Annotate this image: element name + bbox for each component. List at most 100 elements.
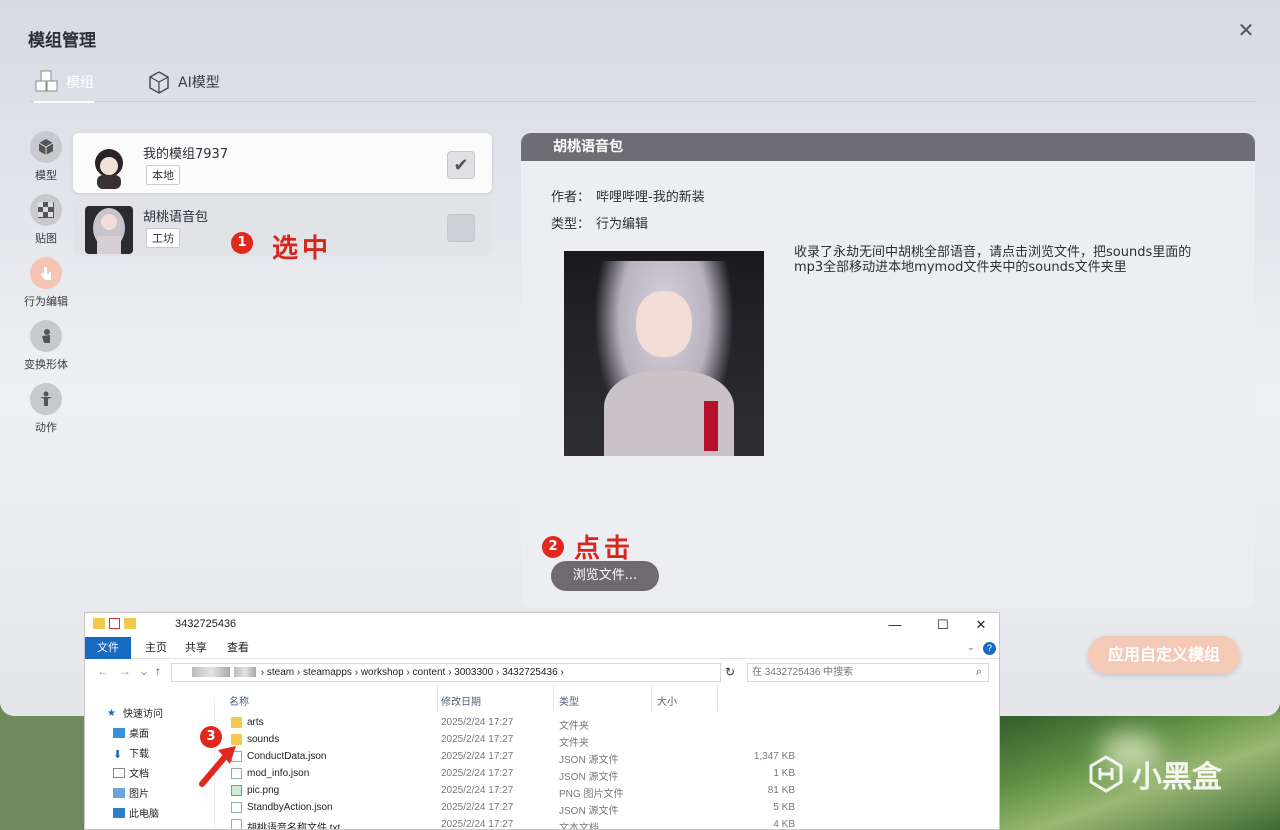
- checkmark-icon: ✔: [453, 154, 469, 176]
- file-date: 2025/2/24 17:27: [441, 768, 514, 779]
- category-transform[interactable]: 变换形体: [18, 320, 74, 372]
- file-row-mod-info-json[interactable]: mod_info.json 2025/2/24 17:27 JSON 源文件 1 KB: [215, 766, 795, 783]
- computer-icon: [113, 807, 125, 818]
- file-date: 2025/2/24 17:27: [441, 751, 514, 762]
- file-date: 2025/2/24 17:27: [441, 717, 514, 728]
- watermark: 小黑盒: [1086, 752, 1222, 796]
- nav-documents[interactable]: 文档: [113, 765, 149, 780]
- file-row-standbyaction-json[interactable]: StandbyAction.json 2025/2/24 17:27 JSON 源文…: [215, 800, 795, 817]
- tab-ai-model[interactable]: AI模型: [146, 64, 220, 100]
- category-label: 贴图: [35, 232, 57, 245]
- file-row-sounds[interactable]: sounds 2025/2/24 17:27 文件夹: [215, 732, 715, 749]
- annotation-number-2: 2: [542, 536, 564, 558]
- cubes-icon: [35, 70, 58, 92]
- column-type[interactable]: 类型: [559, 693, 579, 708]
- column-name[interactable]: 名称: [229, 693, 249, 708]
- column-date[interactable]: 修改日期: [441, 693, 481, 708]
- up-arrow-icon[interactable]: ↑: [155, 664, 161, 678]
- file-date: 2025/2/24 17:27: [441, 734, 514, 745]
- mod-manager-dialog: 模组管理 ✕ 模组 AI模型 模型 贴图 行为编辑 变换形体 动作 我的模组79…: [0, 0, 1280, 716]
- file-row--txt[interactable]: 胡桃语音名称文件.txt 2025/2/24 17:27 文本文档 4 KB: [215, 817, 795, 830]
- browse-files-button[interactable]: 浏览文件...: [551, 561, 659, 591]
- minimize-button[interactable]: —: [885, 615, 905, 635]
- category-label: 模型: [35, 169, 57, 182]
- dialog-title: 模组管理: [28, 31, 96, 51]
- author-value: 哔哩哔哩-我的新装: [596, 190, 705, 205]
- explorer-search-input[interactable]: 在 3432725436 中搜索 ⌕: [747, 663, 989, 682]
- file-type: JSON 源文件: [559, 772, 619, 783]
- nav-desktop[interactable]: 桌面: [113, 725, 149, 740]
- annotation-select-text: 选中: [272, 234, 333, 264]
- column-size[interactable]: 大小: [657, 693, 677, 708]
- nav-downloads[interactable]: ⬇ 下载: [113, 745, 149, 761]
- file-name: ConductData.json: [247, 751, 327, 762]
- nav-quick-access[interactable]: ★ 快速访问: [107, 705, 163, 721]
- mod-checkbox[interactable]: [447, 214, 475, 242]
- annotation-number-1: 1: [231, 232, 253, 254]
- search-icon: ⌕: [975, 666, 982, 678]
- mod-name: 胡桃语音包: [143, 210, 209, 225]
- mod-preview-image: [564, 251, 764, 456]
- file-size: 4 KB: [773, 819, 795, 830]
- file-icon: [231, 819, 242, 829]
- back-arrow-icon[interactable]: ←: [97, 664, 109, 678]
- file-row-arts[interactable]: arts 2025/2/24 17:27 文件夹: [215, 715, 715, 732]
- checker-icon: [38, 202, 54, 218]
- star-icon: ★: [107, 707, 116, 719]
- address-bar-row: ← → ⌄ ↑ › steam › steamapps › workshop ›…: [85, 661, 999, 685]
- category-action[interactable]: 动作: [18, 383, 74, 435]
- file-date: 2025/2/24 17:27: [441, 819, 514, 830]
- file-row-conductdata-json[interactable]: ConductData.json 2025/2/24 17:27 JSON 源文件 1…: [215, 749, 795, 766]
- nav-this-pc[interactable]: 此电脑: [113, 805, 159, 820]
- file-type: 文本文档: [559, 823, 599, 830]
- maximize-button[interactable]: ☐: [933, 615, 953, 635]
- detail-author-row: 作者： 哔哩哔哩-我的新装: [551, 186, 705, 205]
- category-texture[interactable]: 贴图: [18, 194, 74, 246]
- tab-bar: 模组 AI模型: [30, 64, 1256, 103]
- apply-custom-mod-button[interactable]: 应用自定义模组: [1088, 636, 1240, 674]
- close-button[interactable]: ✕: [1236, 20, 1256, 40]
- tab-mods[interactable]: 模组: [34, 64, 94, 103]
- category-label: 行为编辑: [24, 295, 68, 308]
- hand-icon: [41, 267, 51, 280]
- ribbon-tab-file[interactable]: 文件: [85, 637, 131, 659]
- ribbon-tab-view[interactable]: 查看: [223, 637, 253, 659]
- ribbon-tab-share[interactable]: 共享: [181, 637, 211, 659]
- recent-dropdown-icon[interactable]: ⌄: [139, 664, 149, 678]
- mod-item-my-mod[interactable]: 我的模组7937 本地 ✔: [73, 133, 492, 193]
- type-value: 行为编辑: [596, 217, 649, 232]
- category-behavior-edit[interactable]: 行为编辑: [18, 257, 74, 309]
- document-icon: [113, 767, 125, 778]
- mod-source-tag: 本地: [146, 165, 180, 185]
- annotation-click-text: 点击: [574, 534, 635, 564]
- tab-mods-label: 模组: [66, 75, 94, 91]
- file-row-pic-png[interactable]: pic.png 2025/2/24 17:27 PNG 图片文件 81 KB: [215, 783, 795, 800]
- help-icon[interactable]: ?: [983, 642, 996, 655]
- new-folder-icon[interactable]: [124, 618, 136, 629]
- file-type: JSON 源文件: [559, 806, 619, 817]
- ai-cube-icon: [149, 71, 169, 94]
- heybox-logo-icon: [1089, 755, 1123, 793]
- mod-checkbox[interactable]: ✔: [447, 151, 475, 179]
- forward-arrow-icon[interactable]: →: [119, 664, 131, 678]
- ribbon-expand-icon[interactable]: ⌄: [967, 642, 975, 653]
- mod-name: 我的模组7937: [143, 147, 229, 162]
- explorer-close-button[interactable]: ✕: [971, 615, 991, 635]
- desktop-icon: [113, 727, 125, 738]
- detail-title: 胡桃语音包: [521, 133, 1255, 161]
- refresh-icon[interactable]: ↻: [725, 665, 735, 679]
- address-bar[interactable]: › steam › steamapps › workshop › content…: [171, 663, 721, 682]
- nav-pictures[interactable]: 图片: [113, 785, 149, 800]
- properties-icon[interactable]: [109, 618, 120, 629]
- file-type: PNG 图片文件: [559, 789, 624, 800]
- category-model[interactable]: 模型: [18, 131, 74, 183]
- ribbon-tab-home[interactable]: 主页: [141, 637, 171, 659]
- tab-ai-model-label: AI模型: [178, 75, 220, 91]
- folder-icon: [231, 717, 242, 728]
- file-name: StandbyAction.json: [247, 802, 333, 813]
- category-label: 变换形体: [24, 358, 68, 371]
- mod-source-tag: 工坊: [146, 228, 180, 248]
- download-icon: ⬇: [113, 748, 123, 761]
- body-icon: [42, 329, 50, 343]
- file-name: arts: [247, 717, 264, 728]
